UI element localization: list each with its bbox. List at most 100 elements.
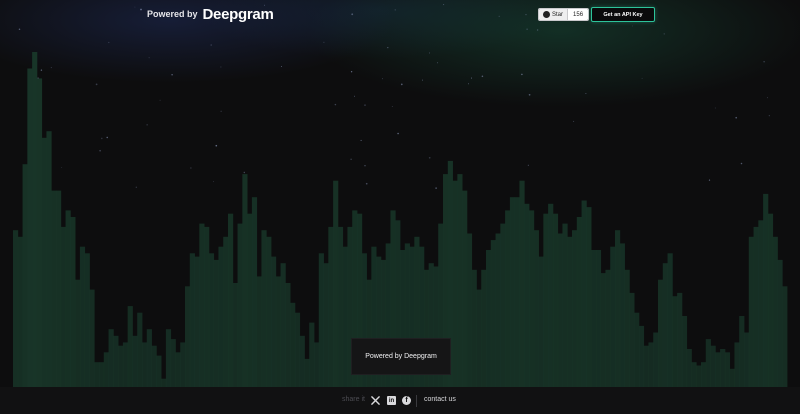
brand-link[interactable]: Powered by Deepgram <box>147 4 274 24</box>
visualizer-bar <box>543 213 549 387</box>
visualizer-bar <box>581 200 587 387</box>
visualizer-bar <box>79 246 86 387</box>
visualizer-bar <box>232 283 238 387</box>
visualizer-bar <box>758 220 764 387</box>
visualizer-bar <box>615 230 621 387</box>
visualizer-bar <box>127 306 133 387</box>
visualizer-bar <box>576 217 582 387</box>
visualizer-bar <box>256 276 262 387</box>
visualizer-bar <box>720 349 726 387</box>
facebook-icon[interactable]: f <box>402 396 411 405</box>
visualizer-bar <box>500 223 506 387</box>
visualizer-bar <box>777 259 783 387</box>
visualizer-bar <box>782 286 788 387</box>
visualizer-bar <box>595 250 602 387</box>
visualizer-bar <box>280 263 286 387</box>
visualizer-bar <box>591 250 597 387</box>
visualizer-bar <box>686 349 692 387</box>
share-label: share it <box>342 396 365 403</box>
powered-by-box: Powered by Deepgram <box>351 338 451 375</box>
visualizer-bar <box>132 335 138 387</box>
visualizer-bar <box>481 269 487 387</box>
visualizer-bar <box>691 362 697 387</box>
x-icon[interactable] <box>371 396 380 405</box>
visualizer-bar <box>710 345 716 387</box>
visualizer-bar <box>533 230 539 387</box>
visualizer-bar <box>27 68 33 387</box>
visualizer-bar <box>514 197 520 387</box>
visualizer-bar <box>285 283 291 387</box>
visualizer-bar <box>122 342 129 387</box>
visualizer-bar <box>696 365 702 387</box>
contact-us-link[interactable]: contact us <box>424 396 456 403</box>
visualizer-bar <box>237 223 243 387</box>
visualizer-bar <box>701 362 707 387</box>
github-star-button[interactable]: Star 156 <box>538 8 590 21</box>
visualizer-bar <box>213 259 219 387</box>
visualizer-bar <box>681 316 688 387</box>
visualizer-bar <box>189 253 195 387</box>
visualizer-bar <box>161 378 167 387</box>
visualizer-bar <box>142 342 148 387</box>
visualizer-bar <box>118 345 124 387</box>
github-star-label[interactable]: Star <box>539 9 568 20</box>
visualizer-bar <box>524 203 530 387</box>
visualizer-bar <box>471 269 477 387</box>
visualizer-bar <box>562 223 568 387</box>
visualizer-bar <box>648 342 654 387</box>
visualizer-bar <box>180 342 186 387</box>
visualizer-bar <box>529 210 535 387</box>
visualizer-bar <box>113 335 119 387</box>
visualizer-bar <box>137 312 143 387</box>
visualizer-bar <box>208 253 215 387</box>
visualizer-bar <box>557 233 563 387</box>
visualizer-bar <box>677 292 683 387</box>
powered-by-label: Powered by Deepgram <box>365 353 437 360</box>
github-icon <box>543 11 550 18</box>
visualizer-bar <box>466 233 473 387</box>
visualizer-bar <box>99 362 105 387</box>
visualizer-bar <box>170 339 176 387</box>
brand-prefix: Powered by <box>147 9 198 19</box>
visualizer-bar <box>323 263 329 387</box>
visualizer-bar <box>194 256 200 387</box>
visualizer-bar <box>22 164 28 387</box>
visualizer-bar <box>266 236 272 387</box>
star-label: Star <box>552 11 564 18</box>
visualizer-bar <box>36 78 43 388</box>
visualizer-bar <box>490 240 496 387</box>
visualizer-bar <box>103 352 109 387</box>
visualizer-bar <box>165 329 172 387</box>
visualizer-bar <box>251 197 258 387</box>
visualizer-bar <box>108 329 114 387</box>
visualizer-bar <box>342 246 348 387</box>
visualizer-bar <box>452 180 458 387</box>
visualizer-bar <box>185 286 191 387</box>
visualizer-bar <box>653 332 659 387</box>
visualizer-bar <box>294 312 301 387</box>
visualizer-bar <box>223 236 229 387</box>
visualizer-bar <box>75 279 81 387</box>
visualizer-bar <box>605 269 611 387</box>
visualizer-bar <box>572 230 578 387</box>
visualizer-bar <box>763 193 769 387</box>
get-api-key-button[interactable]: Get an API Key <box>591 7 655 22</box>
visualizer-bar <box>314 342 320 387</box>
visualizer-bar <box>156 355 162 387</box>
visualizer-bar <box>199 223 205 387</box>
visualizer-bar <box>552 213 559 387</box>
visualizer-bar <box>629 292 635 387</box>
visualizer-bar <box>41 137 47 387</box>
visualizer-bar <box>753 226 759 387</box>
linkedin-icon[interactable]: in <box>387 396 396 405</box>
visualizer-bar <box>619 243 625 387</box>
visualizer-bar <box>658 279 664 387</box>
star-count[interactable]: 156 <box>567 9 589 20</box>
visualizer-bar <box>519 180 525 387</box>
visualizer-bar <box>13 230 19 387</box>
visualizer-bar <box>624 269 630 387</box>
visualizer-bar <box>309 322 315 387</box>
visualizer-bar <box>672 296 678 387</box>
visualizer-bar <box>638 325 645 387</box>
visualizer-bar <box>151 345 157 387</box>
